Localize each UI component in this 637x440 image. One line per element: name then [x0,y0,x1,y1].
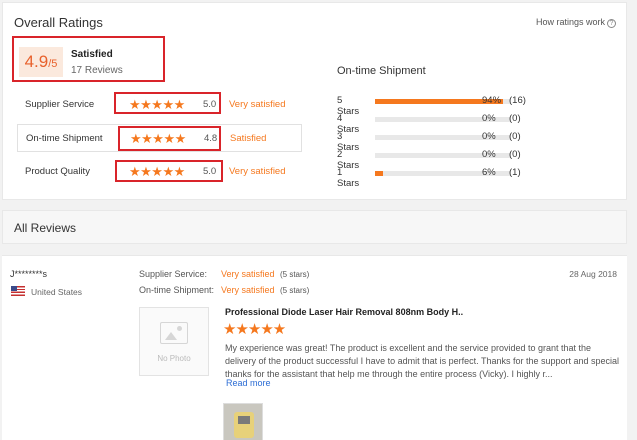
review-author: J********s [10,269,48,279]
review-photo[interactable] [223,403,263,440]
distribution-bar-fill [375,171,384,176]
criteria-label: Product Quality [25,166,90,177]
review-country: United States [31,287,83,297]
highlight-box [115,160,223,182]
review-supplier-stars: (5 stars) [280,270,310,279]
question-icon[interactable]: ? [607,19,616,28]
all-reviews-title: All Reviews [14,221,77,235]
overall-ratings-title: Overall Ratings [14,15,103,30]
distribution-count: (0) [509,113,521,124]
criteria-label: On-time Shipment [26,133,103,144]
review-shipment-stars: (5 stars) [280,286,310,295]
review-supplier-label: Supplier Service: [139,269,208,279]
distribution-count: (0) [509,131,521,142]
distribution-count: (1) [509,167,521,178]
review-count: 17 Reviews [71,65,123,76]
product-thumbnail[interactable]: No Photo [139,307,209,376]
overall-score: 4.9 [24,52,49,71]
read-more-link[interactable]: Read more [226,378,271,388]
distribution-count: (0) [509,149,521,160]
criteria-text: Very satisfied [229,99,286,110]
no-photo-label: No Photo [157,354,191,363]
how-ratings-work-link[interactable]: How ratings work? [536,17,616,28]
review-shipment-label: On-time Shipment: [139,285,215,295]
overall-satisfaction: Satisfied [71,49,113,60]
distribution-percent: 0% [482,149,496,160]
distribution-percent: 6% [482,167,496,178]
distribution-percent: 94% [482,95,502,106]
overall-score-badge: 4.9/5 [19,47,63,77]
review-star-rating-icon: ★★★★★ [223,321,286,338]
review-body: My experience was great! The product is … [225,343,620,379]
shipment-distribution-title: On-time Shipment [337,65,426,77]
all-reviews-header: All Reviews [2,210,627,244]
review-on-time-shipment: On-time Shipment: Very satisfied (5 star… [139,285,309,295]
us-flag-icon [11,286,25,296]
criteria-label: Supplier Service [25,99,95,110]
distribution-count: (16) [509,95,526,106]
distribution-percent: 0% [482,113,496,124]
how-ratings-work-label[interactable]: How ratings work [536,17,605,27]
image-placeholder-icon [160,322,188,344]
distribution-percent: 0% [482,131,496,142]
overall-ratings-panel: Overall Ratings How ratings work? 4.9/5 … [2,2,627,200]
overall-score-denominator: /5 [48,58,58,70]
criteria-text: Very satisfied [229,166,286,177]
review-shipment-value: Very satisfied [221,285,275,295]
highlight-box [114,92,221,114]
distribution-label: 1 Stars [337,167,360,189]
review-supplier-service: Supplier Service: Very satisfied (5 star… [139,269,309,279]
review-item: J********s United States 28 Aug 2018 Sup… [2,255,627,440]
review-supplier-value: Very satisfied [221,269,275,279]
criteria-text: Satisfied [230,133,267,144]
review-date: 28 Aug 2018 [569,269,617,279]
highlight-box [118,126,221,151]
product-title-link[interactable]: Professional Diode Laser Hair Removal 80… [225,307,463,317]
